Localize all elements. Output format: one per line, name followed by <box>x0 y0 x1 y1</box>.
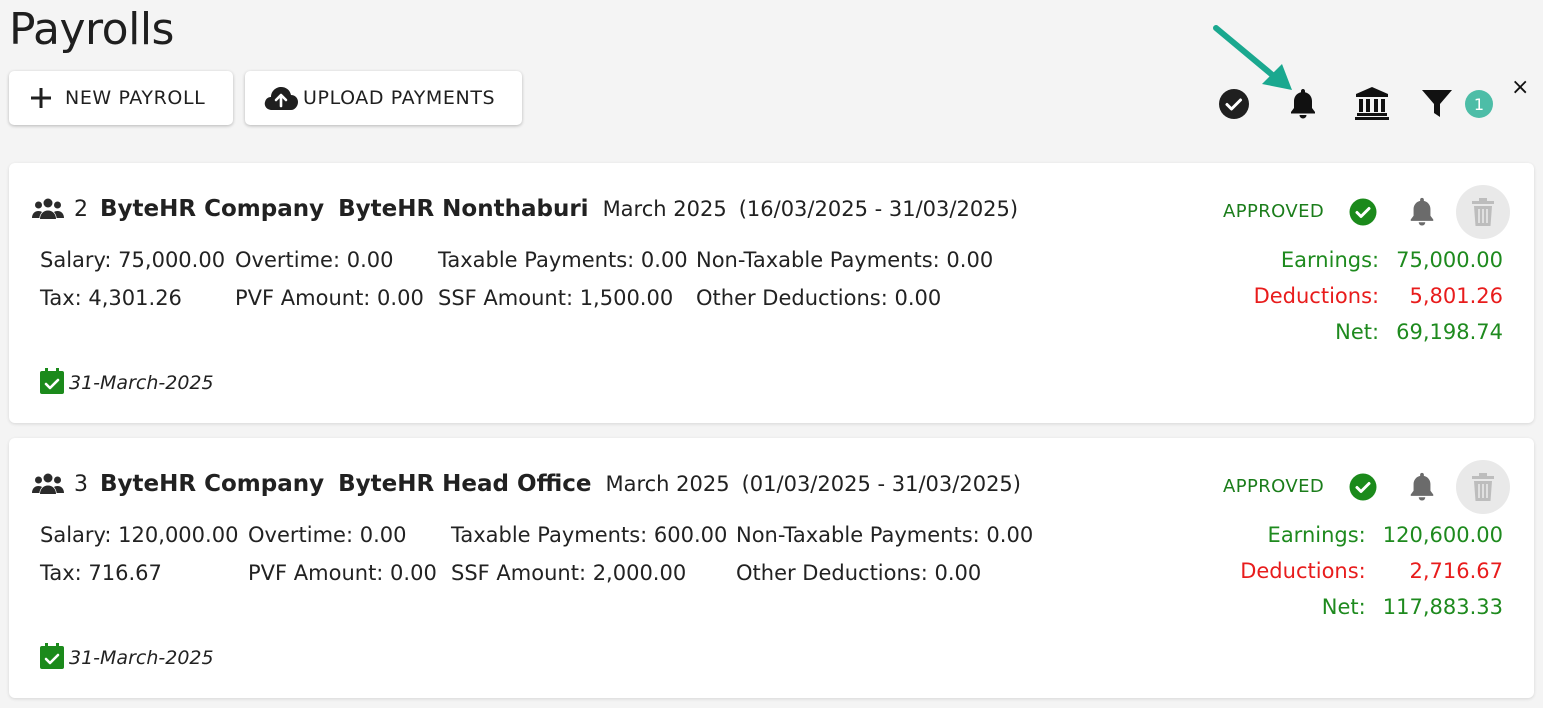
upload-payments-button[interactable]: UPLOAD PAYMENTS <box>245 71 522 125</box>
payroll-card[interactable]: 3 ByteHR Company ByteHR Head Office Marc… <box>9 438 1534 698</box>
net-label: Net: <box>1335 320 1380 344</box>
delete-trash-icon[interactable] <box>1456 460 1510 514</box>
cloud-upload-icon <box>263 85 299 111</box>
other-deductions-field: Other Deductions: 0.00 <box>696 286 942 310</box>
approved-check-icon <box>1349 198 1377 230</box>
tax-field: Tax: 716.67 <box>40 561 162 585</box>
deductions-value: 5,801.26 <box>1409 284 1503 308</box>
overtime-field: Overtime: 0.00 <box>248 523 407 547</box>
salary-field: Salary: 75,000.00 <box>40 248 226 272</box>
overtime-field: Overtime: 0.00 <box>235 248 394 272</box>
tax-field: Tax: 4,301.26 <box>40 286 182 310</box>
payroll-details: Salary: 75,000.00 Overtime: 0.00 Taxable… <box>40 248 993 310</box>
status-badge: APPROVED <box>1223 201 1325 222</box>
payroll-header: 3 ByteHR Company ByteHR Head Office Marc… <box>32 471 1021 497</box>
payroll-period: (01/03/2025 - 31/03/2025) <box>741 472 1021 496</box>
company-name: ByteHR Company <box>100 196 325 222</box>
salary-field: Salary: 120,000.00 <box>40 523 239 547</box>
upload-payments-label: UPLOAD PAYMENTS <box>303 87 496 109</box>
earnings-value: 75,000.00 <box>1396 248 1503 272</box>
earnings-value: 120,600.00 <box>1382 523 1503 547</box>
payroll-period: (16/03/2025 - 31/03/2025) <box>738 197 1019 221</box>
plus-icon <box>29 86 53 110</box>
employee-count: 2 <box>74 197 88 222</box>
bank-icon[interactable] <box>1355 85 1389 121</box>
taxable-payments-field: Taxable Payments: 0.00 <box>438 248 688 272</box>
non-taxable-payments-field: Non-Taxable Payments: 0.00 <box>696 248 994 272</box>
people-icon <box>32 473 64 495</box>
net-label: Net: <box>1321 595 1366 619</box>
ssf-amount-field: SSF Amount: 1,500.00 <box>438 286 674 310</box>
other-deductions-field: Other Deductions: 0.00 <box>736 561 982 585</box>
earnings-label: Earnings: <box>1280 248 1380 272</box>
payment-date-text: 31-March-2025 <box>69 647 214 669</box>
company-name: ByteHR Company <box>100 471 325 497</box>
filter-count-badge: 1 <box>1465 90 1493 118</box>
people-icon <box>32 198 64 220</box>
net-value: 117,883.33 <box>1382 595 1503 619</box>
payroll-month: March 2025 <box>602 197 727 221</box>
notify-bell-icon[interactable] <box>1408 471 1436 505</box>
payroll-card[interactable]: 2 ByteHR Company ByteHR Nonthaburi March… <box>9 163 1534 423</box>
deductions-label: Deductions: <box>1253 284 1380 308</box>
branch-name: ByteHR Head Office <box>338 471 592 497</box>
pvf-amount-field: PVF Amount: 0.00 <box>235 286 424 310</box>
payroll-details: Salary: 120,000.00 Overtime: 0.00 Taxabl… <box>40 523 1033 585</box>
payroll-totals: Earnings: 75,000.00 Deductions: 5,801.26… <box>1254 248 1503 344</box>
bell-icon[interactable] <box>1287 86 1319 120</box>
payment-date: 31-March-2025 <box>40 643 214 673</box>
delete-trash-icon[interactable] <box>1456 185 1510 239</box>
payment-date: 31-March-2025 <box>40 368 214 398</box>
pvf-amount-field: PVF Amount: 0.00 <box>248 561 437 585</box>
filter-icon[interactable] <box>1420 88 1454 120</box>
taxable-payments-field: Taxable Payments: 600.00 <box>451 523 728 547</box>
net-value: 69,198.74 <box>1396 320 1503 344</box>
payroll-header: 2 ByteHR Company ByteHR Nonthaburi March… <box>32 196 1018 222</box>
deductions-value: 2,716.67 <box>1409 559 1503 583</box>
payroll-totals: Earnings: 120,600.00 Deductions: 2,716.6… <box>1240 523 1503 619</box>
employee-count: 3 <box>74 472 88 497</box>
new-payroll-label: NEW PAYROLL <box>65 87 206 109</box>
page-title: Payrolls <box>9 4 174 55</box>
earnings-label: Earnings: <box>1267 523 1366 547</box>
new-payroll-button[interactable]: NEW PAYROLL <box>9 71 233 125</box>
payroll-month: March 2025 <box>605 472 730 496</box>
deductions-label: Deductions: <box>1240 559 1366 583</box>
calendar-check-icon <box>40 368 64 398</box>
approve-all-check-icon[interactable] <box>1217 87 1251 121</box>
ssf-amount-field: SSF Amount: 2,000.00 <box>451 561 687 585</box>
notify-bell-icon[interactable] <box>1408 196 1436 230</box>
clear-filter-button[interactable]: × <box>1511 76 1529 100</box>
branch-name: ByteHR Nonthaburi <box>338 196 589 222</box>
approved-check-icon <box>1349 473 1377 505</box>
calendar-check-icon <box>40 643 64 673</box>
status-badge: APPROVED <box>1223 476 1325 497</box>
non-taxable-payments-field: Non-Taxable Payments: 0.00 <box>736 523 1034 547</box>
payment-date-text: 31-March-2025 <box>69 372 214 394</box>
